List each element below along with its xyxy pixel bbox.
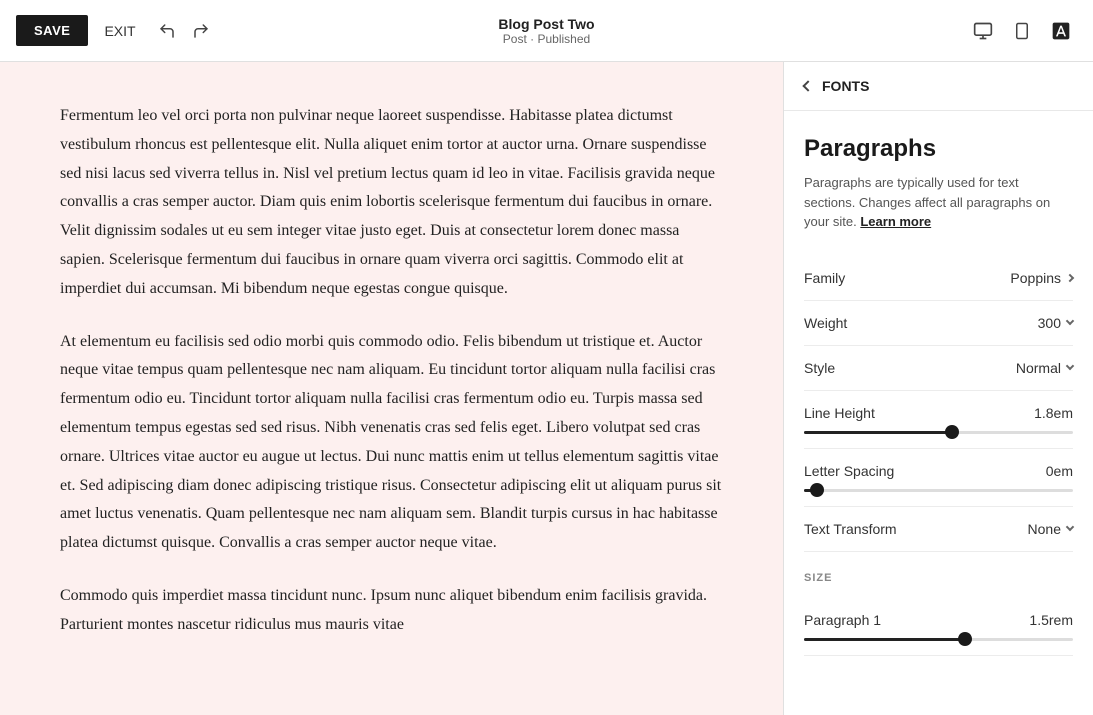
panel-section-title: Paragraphs <box>804 135 1073 163</box>
letter-spacing-thumb[interactable] <box>810 483 824 497</box>
fonts-panel-button[interactable] <box>1045 15 1077 47</box>
weight-value-control[interactable]: 300 <box>1038 315 1073 331</box>
chevron-left-icon <box>802 80 813 91</box>
line-height-thumb[interactable] <box>945 425 959 439</box>
style-row: Style Normal <box>804 346 1073 391</box>
letter-spacing-row: Letter Spacing 0em <box>804 463 1073 479</box>
paragraph1-size-track[interactable] <box>804 638 1073 641</box>
chevron-down-icon <box>1066 317 1074 325</box>
line-height-value: 1.8em <box>1034 405 1073 421</box>
paragraph1-size-row: Paragraph 1 1.5rem <box>804 612 1073 628</box>
size-section: SIZE Paragraph 1 1.5rem <box>804 552 1073 656</box>
weight-row: Weight 300 <box>804 301 1073 346</box>
panel-back-label: FONTS <box>822 78 869 94</box>
panel-section-desc: Paragraphs are typically used for text s… <box>804 173 1073 232</box>
desktop-view-button[interactable] <box>967 15 999 47</box>
post-info: Blog Post Two Post · Published <box>498 16 594 46</box>
style-label: Style <box>804 360 835 376</box>
panel-back-header[interactable]: FONTS <box>784 62 1093 111</box>
paragraph1-size-fill <box>804 638 965 641</box>
weight-label: Weight <box>804 315 847 331</box>
redo-button[interactable] <box>186 16 216 46</box>
paragraph1-size-thumb[interactable] <box>958 632 972 646</box>
text-transform-value: None <box>1028 521 1061 537</box>
text-transform-row: Text Transform None <box>804 507 1073 552</box>
learn-more-link[interactable]: Learn more <box>860 214 931 229</box>
content-text: Fermentum leo vel orci porta non pulvina… <box>60 102 723 640</box>
paragraph1-size-value: 1.5rem <box>1029 612 1073 628</box>
line-height-row: Line Height 1.8em <box>804 405 1073 421</box>
text-transform-value-control[interactable]: None <box>1028 521 1073 537</box>
chevron-down-icon-style <box>1066 362 1074 370</box>
toolbar: SAVE EXIT Blog Post Two Post · Published <box>0 0 1093 62</box>
line-height-track[interactable] <box>804 431 1073 434</box>
paragraph-1: Fermentum leo vel orci porta non pulvina… <box>60 102 723 304</box>
undo-redo-group <box>152 16 216 46</box>
size-section-label: SIZE <box>804 572 1073 584</box>
paragraph1-size-section: Paragraph 1 1.5rem <box>804 598 1073 656</box>
family-label: Family <box>804 270 845 286</box>
panel-body: Paragraphs Paragraphs are typically used… <box>784 111 1093 680</box>
line-height-section: Line Height 1.8em <box>804 391 1073 449</box>
letter-spacing-track[interactable] <box>804 489 1073 492</box>
content-area: Fermentum leo vel orci porta non pulvina… <box>0 62 783 715</box>
line-height-fill <box>804 431 952 434</box>
family-row: Family Poppins <box>804 256 1073 301</box>
weight-value: 300 <box>1038 315 1061 331</box>
chevron-down-icon-transform <box>1066 523 1074 531</box>
main-layout: Fermentum leo vel orci porta non pulvina… <box>0 62 1093 715</box>
style-value-control[interactable]: Normal <box>1016 360 1073 376</box>
post-title: Blog Post Two <box>498 16 594 32</box>
letter-spacing-value: 0em <box>1046 463 1073 479</box>
text-transform-label: Text Transform <box>804 521 897 537</box>
letter-spacing-section: Letter Spacing 0em <box>804 449 1073 507</box>
save-button[interactable]: SAVE <box>16 15 88 46</box>
paragraph1-size-label: Paragraph 1 <box>804 612 881 628</box>
chevron-right-icon <box>1066 273 1074 281</box>
family-value: Poppins <box>1010 270 1061 286</box>
style-value: Normal <box>1016 360 1061 376</box>
exit-button[interactable]: EXIT <box>100 23 139 39</box>
right-panel: FONTS Paragraphs Paragraphs are typicall… <box>783 62 1093 715</box>
post-status: Post · Published <box>498 32 594 46</box>
letter-spacing-label: Letter Spacing <box>804 463 894 479</box>
paragraph-3: Commodo quis imperdiet massa tincidunt n… <box>60 582 723 640</box>
family-value-control[interactable]: Poppins <box>1010 270 1073 286</box>
paragraph-2: At elementum eu facilisis sed odio morbi… <box>60 328 723 558</box>
undo-button[interactable] <box>152 16 182 46</box>
line-height-label: Line Height <box>804 405 875 421</box>
mobile-view-button[interactable] <box>1007 15 1037 47</box>
toolbar-right <box>967 15 1077 47</box>
